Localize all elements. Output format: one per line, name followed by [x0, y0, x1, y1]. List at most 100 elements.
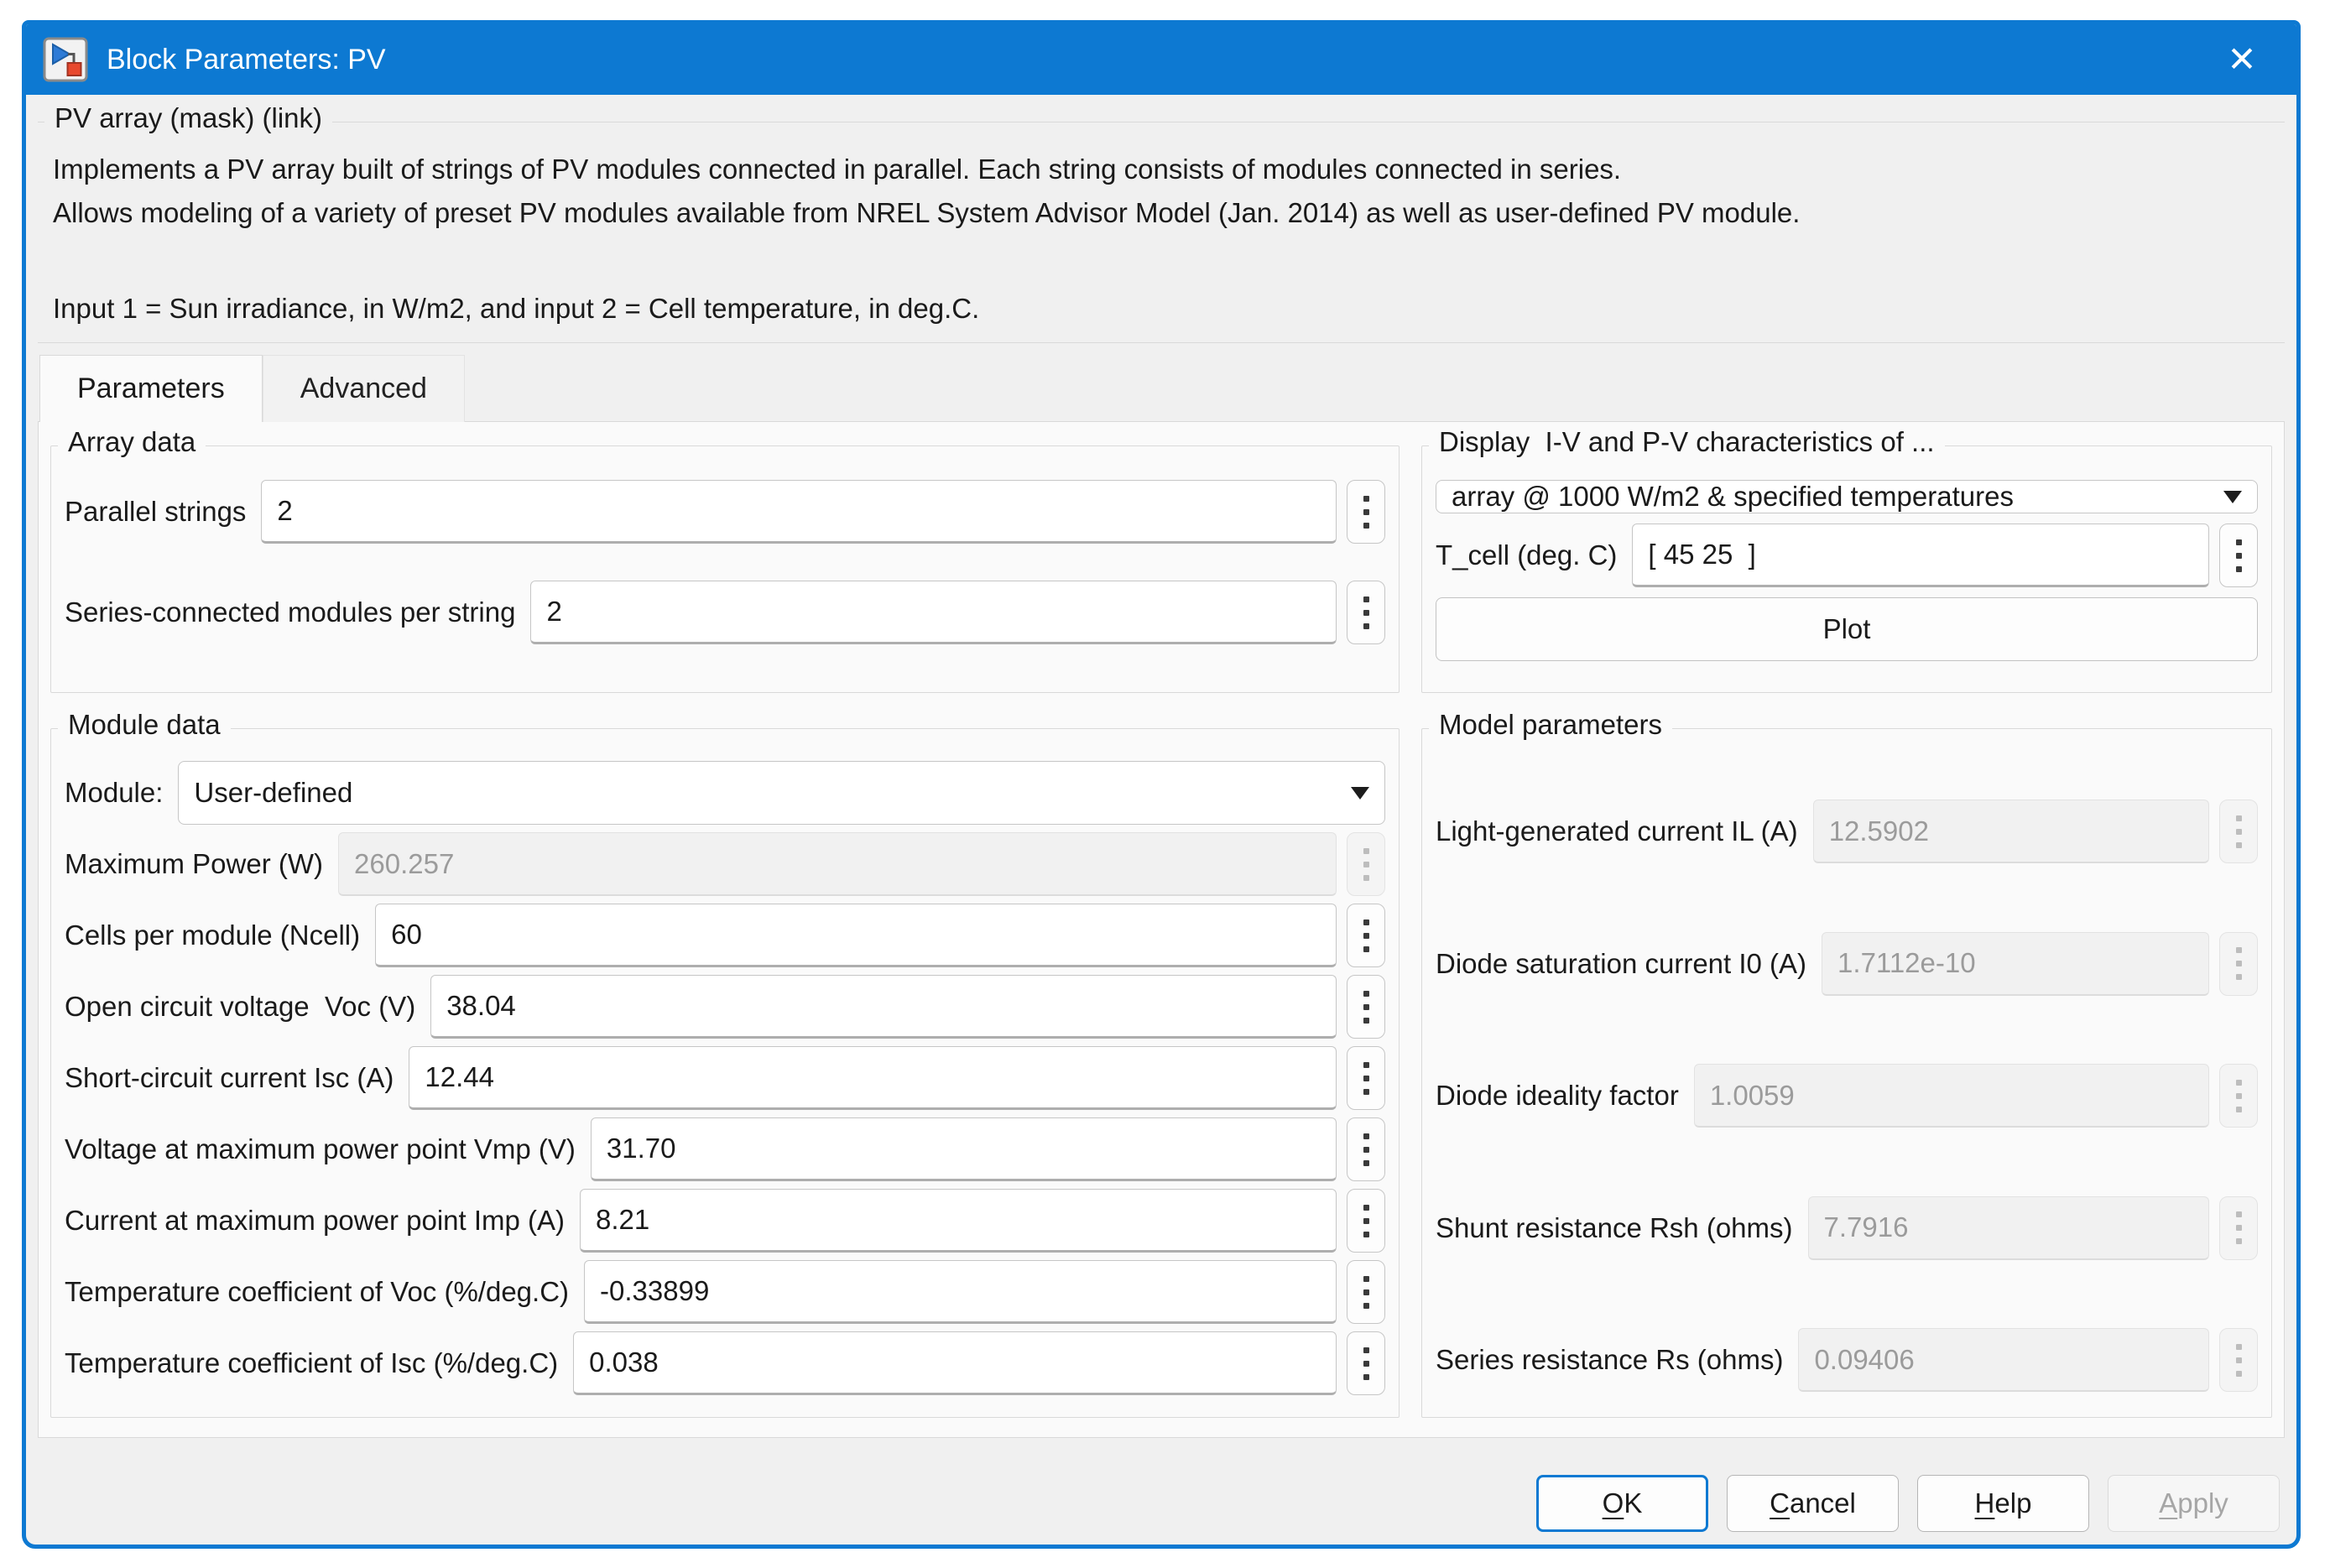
ideality-options-button [2219, 1064, 2258, 1128]
model-parameters-group: Model parameters Light-generated current… [1421, 728, 2272, 1418]
module-data-group: Module data Module: User-defined Maximum… [50, 728, 1400, 1418]
description-line: Allows modeling of a variety of preset P… [53, 191, 2270, 235]
series-modules-input[interactable]: 2 [530, 581, 1337, 644]
tcell-options-button[interactable] [2219, 524, 2258, 587]
module-select[interactable]: User-defined [178, 761, 1385, 825]
vertical-dots-icon [1363, 1205, 1369, 1237]
parameter-row: T_cell (deg. C) [ 45 25 ] [1436, 524, 2258, 587]
maximum-power-input: 260.257 [338, 832, 1337, 896]
parallel-strings-label: Parallel strings [65, 496, 246, 528]
model-parameters-legend: Model parameters [1429, 709, 1672, 741]
vertical-dots-icon [1363, 1276, 1369, 1309]
dropdown-caret-icon [2223, 491, 2242, 503]
ok-button[interactable]: OK [1536, 1475, 1708, 1532]
i0-label: Diode saturation current I0 (A) [1436, 948, 1806, 980]
imp-label: Current at maximum power point Imp (A) [65, 1205, 565, 1237]
ideality-input: 1.0059 [1694, 1064, 2209, 1128]
voc-input[interactable]: 38.04 [430, 975, 1337, 1039]
apply-button: Apply [2108, 1475, 2280, 1532]
vmp-label: Voltage at maximum power point Vmp (V) [65, 1133, 576, 1165]
vmp-input[interactable]: 31.70 [591, 1117, 1337, 1181]
array-data-group: Array data Parallel strings 2 Series-con… [50, 445, 1400, 693]
isc-input[interactable]: 12.44 [409, 1046, 1337, 1110]
tab-parameters[interactable]: Parameters [39, 355, 263, 422]
isc-label: Short-circuit current Isc (A) [65, 1062, 394, 1094]
i0-options-button [2219, 932, 2258, 996]
vertical-dots-icon [1363, 496, 1369, 529]
parameter-row: Open circuit voltage Voc (V) 38.04 [65, 975, 1385, 1039]
voc-label: Open circuit voltage Voc (V) [65, 991, 415, 1023]
maximum-power-label: Maximum Power (W) [65, 848, 323, 880]
cancel-button[interactable]: Cancel [1727, 1475, 1899, 1532]
parameter-row: Series-connected modules per string 2 [65, 581, 1385, 644]
temp-coef-isc-input[interactable]: 0.038 [573, 1331, 1337, 1395]
vertical-dots-icon [2236, 947, 2242, 980]
vertical-dots-icon [1363, 1347, 1369, 1380]
series-modules-label: Series-connected modules per string [65, 596, 515, 628]
temp-coef-voc-label: Temperature coefficient of Voc (%/deg.C) [65, 1276, 569, 1308]
dropdown-caret-icon [1351, 787, 1369, 800]
simulink-block-icon [43, 37, 88, 82]
temp-coef-isc-options-button[interactable] [1347, 1331, 1385, 1395]
cells-per-module-options-button[interactable] [1347, 904, 1385, 967]
tab-strip: Parameters Advanced [39, 355, 2288, 421]
parameter-row: Temperature coefficient of Voc (%/deg.C)… [65, 1260, 1385, 1324]
vertical-dots-icon [1363, 1133, 1369, 1166]
vertical-dots-icon [1363, 919, 1369, 952]
mask-group-legend: PV array (mask) (link) [44, 102, 332, 134]
parameter-row: Short-circuit current Isc (A) 12.44 [65, 1046, 1385, 1110]
vertical-dots-icon [2236, 1344, 2242, 1377]
plot-button[interactable]: Plot [1436, 597, 2258, 661]
help-button[interactable]: Help [1917, 1475, 2089, 1532]
display-characteristics-legend: Display I-V and P-V characteristics of .… [1429, 426, 1945, 458]
description-line: Implements a PV array built of strings o… [53, 148, 2270, 191]
vertical-dots-icon [2236, 1211, 2242, 1244]
cells-per-module-input[interactable]: 60 [375, 904, 1337, 967]
title-bar[interactable]: Block Parameters: PV ✕ [26, 24, 2296, 95]
series-modules-options-button[interactable] [1347, 581, 1385, 644]
parameter-row: Diode ideality factor 1.0059 [1436, 1064, 2258, 1128]
vertical-dots-icon [1363, 848, 1369, 881]
i0-input: 1.7112e-10 [1822, 932, 2209, 996]
vertical-dots-icon [1363, 596, 1369, 629]
dialog-button-row: OK Cancel Help Apply [34, 1438, 2288, 1532]
rs-label: Series resistance Rs (ohms) [1436, 1344, 1783, 1376]
rsh-options-button [2219, 1196, 2258, 1260]
parallel-strings-input[interactable]: 2 [261, 480, 1337, 544]
maximum-power-options-button [1347, 832, 1385, 896]
il-options-button [2219, 800, 2258, 863]
ideality-label: Diode ideality factor [1436, 1080, 1679, 1112]
parameter-row: Cells per module (Ncell) 60 [65, 904, 1385, 967]
vertical-dots-icon [2236, 539, 2242, 572]
parameter-row: Temperature coefficient of Isc (%/deg.C)… [65, 1331, 1385, 1395]
temp-coef-voc-options-button[interactable] [1347, 1260, 1385, 1324]
parameters-tab-page: Array data Parallel strings 2 Series-con… [38, 421, 2285, 1438]
temp-coef-isc-label: Temperature coefficient of Isc (%/deg.C) [65, 1347, 558, 1379]
module-data-legend: Module data [58, 709, 231, 741]
module-label: Module: [65, 777, 163, 809]
imp-input[interactable]: 8.21 [580, 1189, 1337, 1253]
window-title: Block Parameters: PV [107, 44, 386, 76]
vertical-dots-icon [2236, 1080, 2242, 1112]
voc-options-button[interactable] [1347, 975, 1385, 1039]
tcell-input[interactable]: [ 45 25 ] [1632, 524, 2209, 587]
rsh-input: 7.7916 [1808, 1196, 2209, 1260]
parameter-row: Parallel strings 2 [65, 480, 1385, 544]
tab-advanced[interactable]: Advanced [263, 355, 465, 422]
close-icon[interactable]: ✕ [2204, 42, 2280, 77]
array-data-legend: Array data [58, 426, 206, 458]
vertical-dots-icon [2236, 815, 2242, 848]
parameter-row: Voltage at maximum power point Vmp (V) 3… [65, 1117, 1385, 1181]
vmp-options-button[interactable] [1347, 1117, 1385, 1181]
temp-coef-voc-input[interactable]: -0.33899 [584, 1260, 1337, 1324]
il-label: Light-generated current IL (A) [1436, 815, 1798, 847]
parallel-strings-options-button[interactable] [1347, 480, 1385, 544]
cells-per-module-label: Cells per module (Ncell) [65, 919, 360, 951]
rsh-label: Shunt resistance Rsh (ohms) [1436, 1212, 1793, 1244]
parameter-row: Diode saturation current I0 (A) 1.7112e-… [1436, 932, 2258, 996]
imp-options-button[interactable] [1347, 1189, 1385, 1253]
rs-options-button [2219, 1328, 2258, 1392]
parameter-row: Maximum Power (W) 260.257 [65, 832, 1385, 896]
display-mode-select[interactable]: array @ 1000 W/m2 & specified temperatur… [1436, 480, 2258, 513]
isc-options-button[interactable] [1347, 1046, 1385, 1110]
